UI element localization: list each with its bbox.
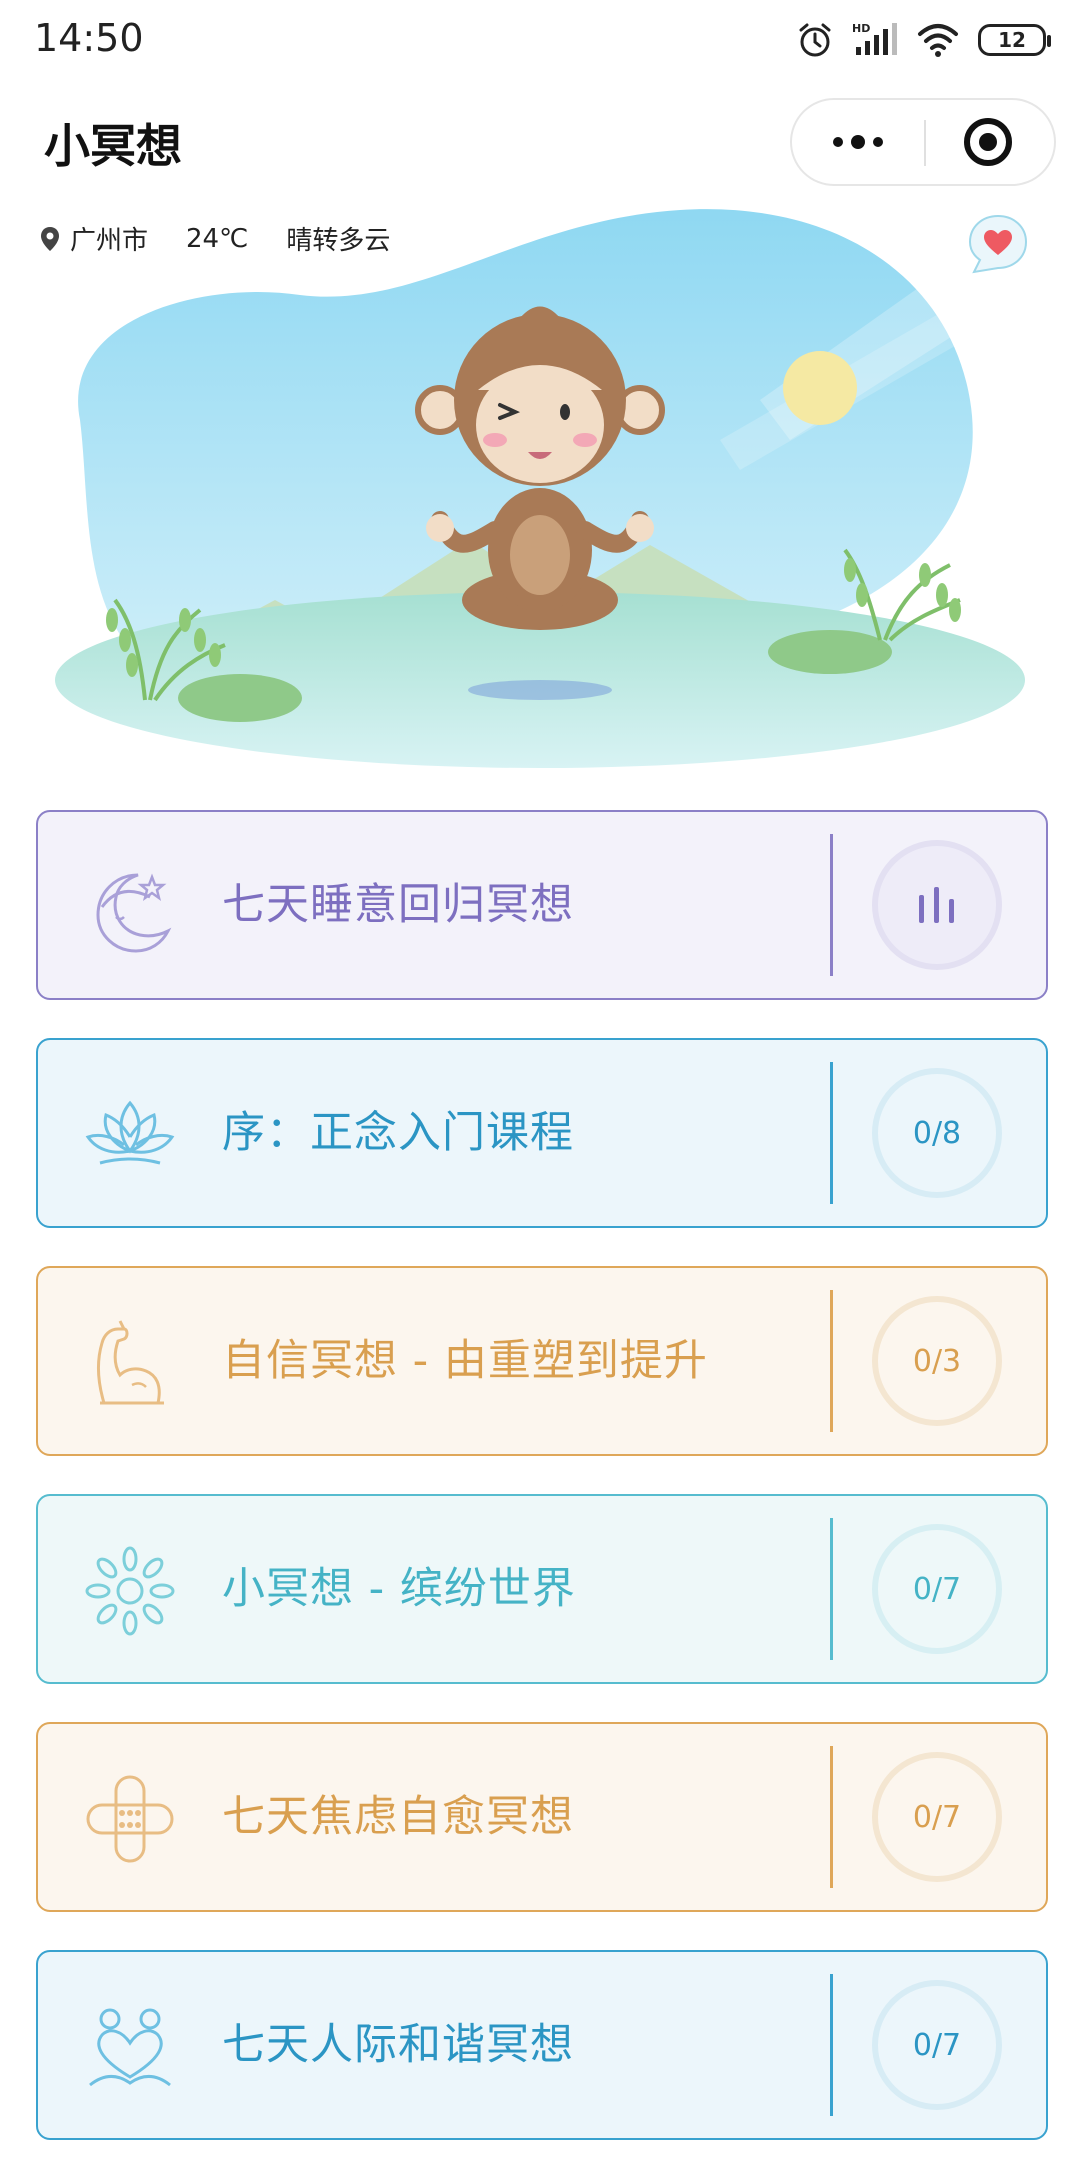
battery-level: 12 xyxy=(998,28,1026,52)
course-card-relationships[interactable]: 七天人际和谐冥想 0/7 xyxy=(36,1950,1048,2140)
temperature-label: 24℃ xyxy=(186,223,249,254)
course-title: 七天焦虑自愈冥想 xyxy=(222,1792,574,1842)
card-divider xyxy=(830,1974,833,2116)
favorite-button[interactable] xyxy=(968,214,1028,274)
hero-banner: 广州市 24℃ 晴转多云 xyxy=(0,200,1080,780)
course-progress: 0/7 xyxy=(872,1524,1002,1654)
battery-indicator: 12 xyxy=(978,24,1051,56)
course-card-sleep[interactable]: 七天睡意回归冥想 xyxy=(36,810,1048,1000)
card-divider xyxy=(830,1518,833,1660)
more-button[interactable] xyxy=(792,100,924,184)
course-card-mindfulness[interactable]: 序：正念入门课程 0/8 xyxy=(36,1038,1048,1228)
course-title: 小冥想 - 缤纷世界 xyxy=(222,1564,576,1614)
lotus-icon xyxy=(85,1100,175,1165)
heart-bubble-icon xyxy=(968,214,1028,274)
course-title: 七天人际和谐冥想 xyxy=(222,2020,574,2070)
card-divider xyxy=(830,834,833,976)
moon-icon xyxy=(96,873,172,953)
flower-burst-icon xyxy=(85,1546,175,1636)
status-time: 14:50 xyxy=(34,16,144,60)
course-title: 七天睡意回归冥想 xyxy=(222,880,574,930)
location-pin-icon xyxy=(41,226,59,251)
meditation-illustration xyxy=(55,209,1040,768)
close-button[interactable] xyxy=(922,100,1054,184)
course-card-anxiety[interactable]: 七天焦虑自愈冥想 0/7 xyxy=(36,1722,1048,1912)
course-list: 七天睡意回归冥想 序：正念入门课程 0/8 自信冥想 - 由重塑到提升 0/3 … xyxy=(36,810,1048,2160)
course-card-confidence[interactable]: 自信冥想 - 由重塑到提升 0/3 xyxy=(36,1266,1048,1456)
muscle-arm-icon xyxy=(96,1320,164,1405)
status-icons: HD 12 xyxy=(796,18,1051,62)
more-dots-icon xyxy=(833,135,883,149)
status-bar: 14:50 HD 12 xyxy=(0,0,1080,80)
course-title: 自信冥想 - 由重塑到提升 xyxy=(222,1336,708,1386)
card-divider xyxy=(830,1062,833,1204)
page-title: 小冥想 xyxy=(44,119,182,173)
weather-location: 广州市 24℃ 晴转多云 xyxy=(40,220,390,257)
card-divider xyxy=(830,1746,833,1888)
audio-bars-icon xyxy=(919,887,954,923)
card-divider xyxy=(830,1290,833,1432)
city-label: 广州市 xyxy=(70,226,149,256)
playing-indicator[interactable] xyxy=(872,840,1002,970)
people-heart-icon xyxy=(89,2008,171,2087)
course-progress: 0/3 xyxy=(872,1296,1002,1426)
app-header: 小冥想 xyxy=(0,90,1080,200)
weather-label: 晴转多云 xyxy=(286,226,391,256)
network-type-label: HD xyxy=(852,22,870,35)
course-progress: 0/8 xyxy=(872,1068,1002,1198)
signal-icon: HD xyxy=(852,22,897,55)
course-title: 序：正念入门课程 xyxy=(222,1108,574,1158)
wifi-icon xyxy=(918,24,958,57)
course-progress: 0/7 xyxy=(872,1980,1002,2110)
bandage-icon xyxy=(86,1775,174,1863)
mini-program-capsule xyxy=(790,98,1056,186)
alarm-icon xyxy=(799,23,831,57)
course-card-colorful-world[interactable]: 小冥想 - 缤纷世界 0/7 xyxy=(36,1494,1048,1684)
close-target-icon xyxy=(964,118,1012,166)
course-progress: 0/7 xyxy=(872,1752,1002,1882)
